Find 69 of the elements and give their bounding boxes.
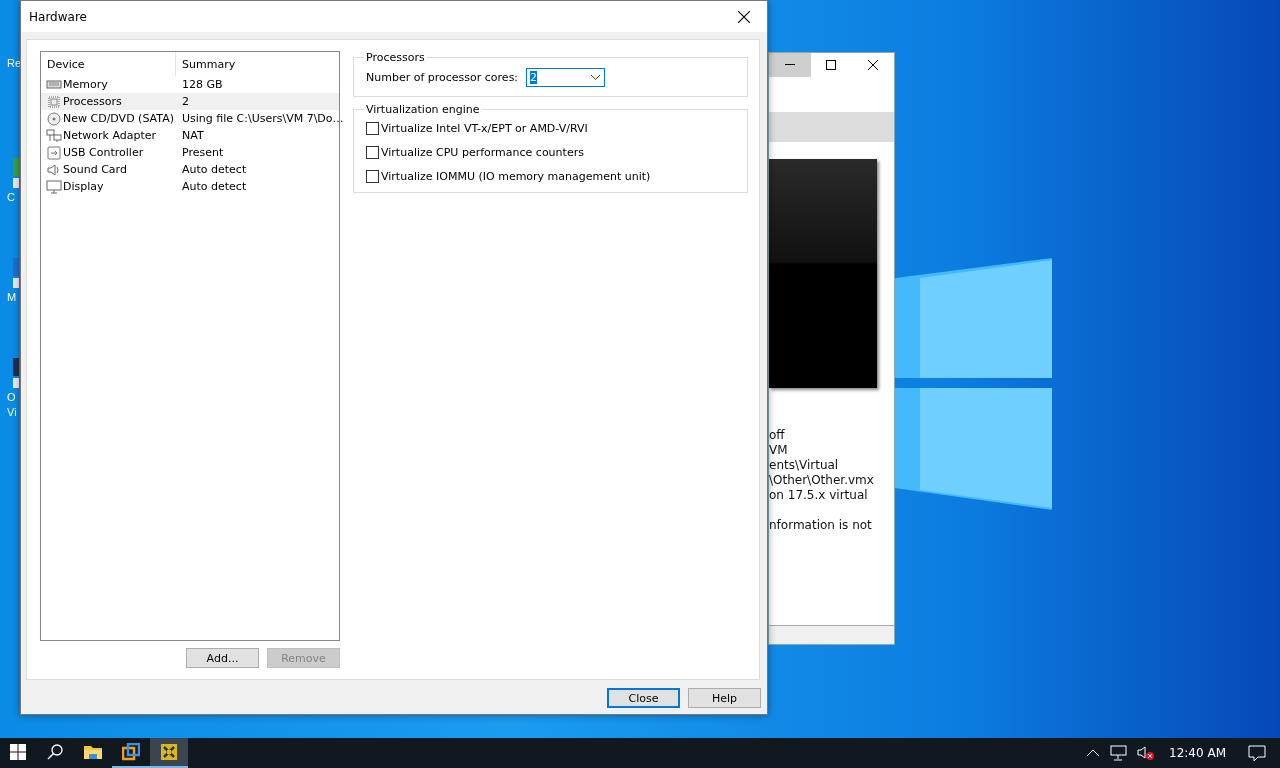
folder-icon: [83, 744, 103, 760]
shortcut-icon: [13, 258, 19, 288]
memory-icon: [46, 77, 62, 92]
table-cell-text: Using file C:\Users\VM 7\Do…: [181, 112, 344, 125]
table-cell-text: 2: [181, 95, 190, 108]
device-row[interactable]: Display Auto detect: [41, 178, 339, 195]
table-cell: Processors: [41, 94, 176, 109]
device-row[interactable]: Network Adapter NAT: [41, 127, 339, 144]
search-icon: [47, 744, 63, 760]
close-dialog-button[interactable]: Close: [607, 688, 680, 708]
table-cell-text: NAT: [181, 129, 205, 142]
icon-label: C: [7, 190, 15, 205]
device-row[interactable]: USB Controller Present: [41, 144, 339, 161]
table-cell: Sound Card: [41, 162, 176, 177]
group-title: Processors: [365, 51, 426, 64]
detail-text: off: [769, 428, 786, 443]
network-icon: [46, 128, 62, 143]
cores-dropdown[interactable]: 2: [526, 68, 606, 87]
window-title: Hardware: [29, 9, 87, 24]
shortcut-icon: [13, 158, 19, 188]
table-cell: Network Adapter: [41, 128, 176, 143]
checkbox-option[interactable]: Virtualize CPU performance counters: [360, 142, 741, 162]
disc-icon: [46, 111, 62, 126]
table-cell-text: Auto detect: [181, 180, 248, 193]
notification-icon: [1248, 744, 1266, 762]
network-icon: [1109, 745, 1128, 761]
table-cell: USB Controller: [41, 145, 176, 160]
chevron-up-icon: [1087, 749, 1100, 757]
add-button[interactable]: Add...: [186, 648, 259, 668]
detail-text: VM: [769, 443, 789, 458]
minimize-icon: [784, 64, 795, 66]
table-cell-text: 128 GB: [181, 78, 224, 91]
table-cell-text: Auto detect: [181, 163, 248, 176]
monitor-icon: [46, 179, 62, 194]
detail-text: \Other\Other.vmx: [769, 473, 875, 488]
icon-label: M: [7, 290, 17, 305]
field-label: Number of processor cores:: [366, 71, 519, 84]
icon-label: Re: [7, 56, 22, 71]
icon-label: Vi: [7, 405, 17, 420]
detail-text: ents\Virtual: [769, 458, 840, 473]
device-row[interactable]: Memory 128 GB: [41, 76, 339, 93]
speaker-icon: [46, 162, 62, 177]
gear-boxes-icon: [160, 743, 178, 761]
speaker-muted-icon: [1137, 745, 1156, 761]
column-header[interactable]: Summary: [176, 52, 339, 76]
usb-icon: [46, 145, 62, 160]
close-icon: [868, 60, 879, 70]
device-row[interactable]: Sound Card Auto detect: [41, 161, 339, 178]
detail-text: nformation is not: [769, 518, 873, 533]
table-cell: Display: [41, 179, 176, 194]
detail-text: on 17.5.x virtual: [769, 488, 869, 503]
checkbox-option[interactable]: Virtualize Intel VT-x/EPT or AMD-V/RVI: [360, 118, 741, 138]
table-cell: Memory: [41, 77, 176, 92]
shortcut-icon: [13, 358, 19, 388]
clock[interactable]: 12:40 AM: [1169, 746, 1226, 760]
icon-label: O: [7, 390, 16, 405]
maximize-icon: [826, 60, 837, 70]
table-cell-text: Present: [181, 146, 225, 159]
chevron-down-icon: [591, 75, 601, 80]
boxes-icon: [122, 743, 140, 761]
taskbar-app[interactable]: [150, 738, 188, 768]
checkbox-option[interactable]: Virtualize IOMMU (IO memory management unit): [360, 166, 741, 186]
device-row[interactable]: Processors 2: [41, 93, 339, 110]
group-title: Virtualization engine: [365, 103, 481, 116]
close-icon: [738, 10, 750, 23]
column-header[interactable]: Device: [41, 52, 176, 76]
windows-icon: [10, 744, 26, 760]
help-button[interactable]: Help: [688, 688, 761, 708]
table-cell: New CD/DVD (SATA): [41, 111, 176, 126]
